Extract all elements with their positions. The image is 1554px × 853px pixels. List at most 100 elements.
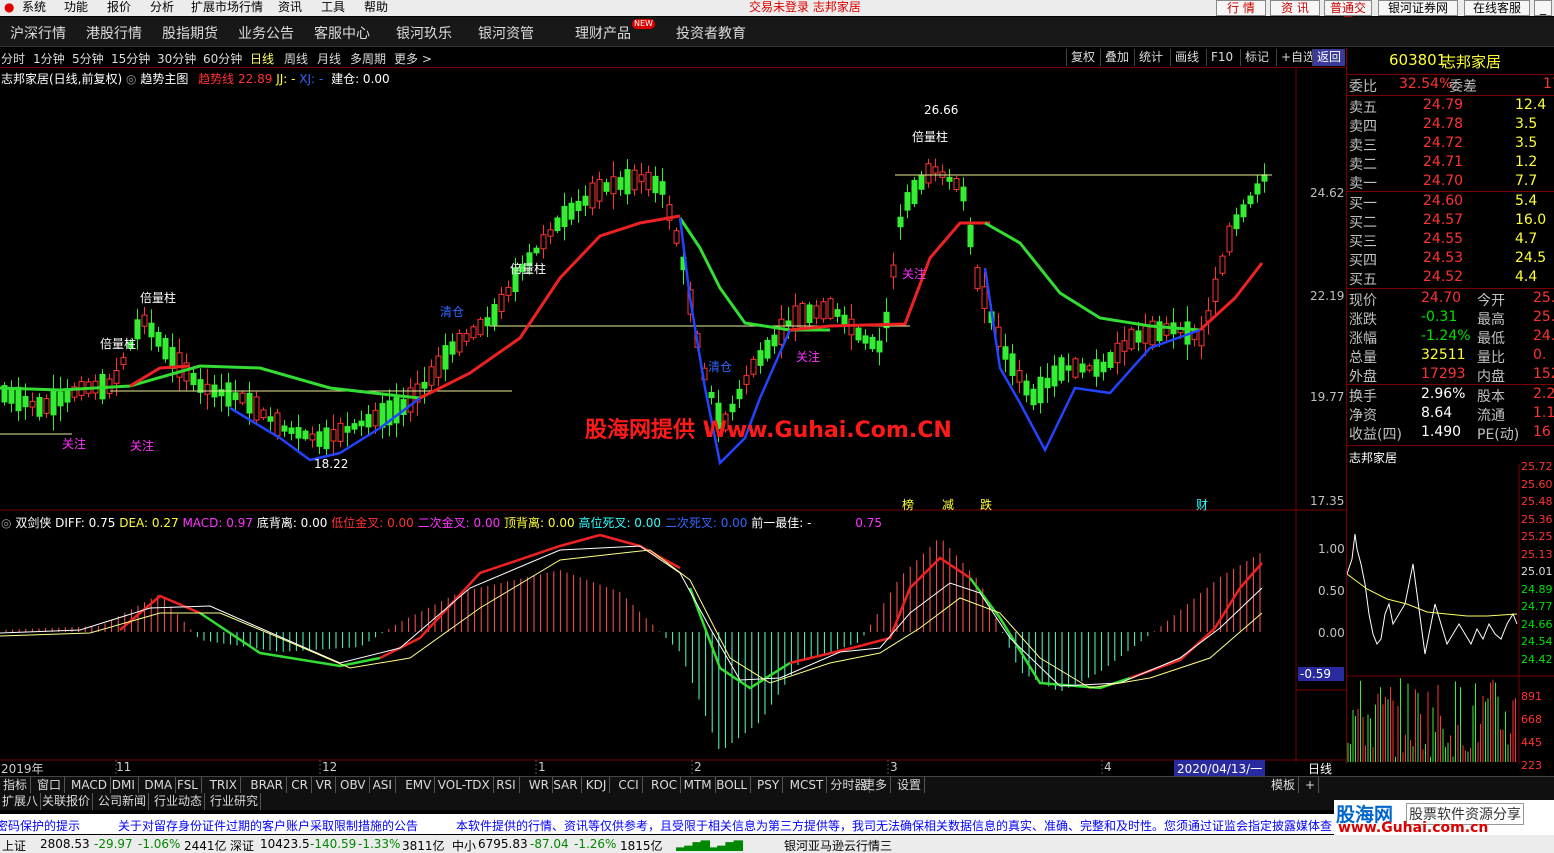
tab-wr[interactable]: WR (526, 777, 553, 794)
menu-ext-market[interactable]: 扩展市场行情 (191, 0, 263, 15)
period-5m[interactable]: 5分钟 (72, 50, 104, 67)
tab-trix[interactable]: TRIX (207, 777, 242, 794)
ask-row[interactable]: 卖三 24.72 3.5 (1347, 135, 1554, 154)
tab-指标[interactable]: 指标 (0, 777, 32, 794)
online-service-button[interactable]: 在线客服 (1464, 0, 1530, 16)
menu-function[interactable]: 功能 (64, 0, 88, 15)
period-week[interactable]: 周线 (284, 50, 308, 67)
tab-brar[interactable]: BRAR (247, 777, 288, 794)
nav-service[interactable]: 客服中心 (314, 23, 370, 43)
nav-notice[interactable]: 业务公告 (238, 23, 294, 43)
fuquan-button[interactable]: 复权 (1066, 49, 1099, 66)
tab-mcst[interactable]: MCST (787, 777, 828, 794)
nav-yinhe-jiule[interactable]: 银河玖乐 (396, 23, 452, 43)
tab-dma[interactable]: DMA (141, 777, 177, 794)
tab-asi[interactable]: ASI (370, 777, 396, 794)
tab-sar[interactable]: SAR (550, 777, 582, 794)
x-label: 2019年 (1, 762, 44, 776)
menu-quote[interactable]: 报价 (107, 0, 131, 15)
quote-button[interactable]: 行 情 (1216, 0, 1266, 16)
tab-obv[interactable]: OBV (337, 777, 370, 794)
tab-boll[interactable]: BOLL (713, 777, 752, 794)
draw-button[interactable]: 画线 (1170, 49, 1203, 66)
overlay-button[interactable]: 叠加 (1100, 49, 1133, 66)
menu-help[interactable]: 帮助 (364, 0, 388, 15)
tab-设置[interactable]: 设置 (894, 777, 926, 794)
candle (547, 229, 554, 237)
menu-tools[interactable]: 工具 (321, 0, 345, 15)
tab-psy[interactable]: PSY (754, 777, 784, 794)
tab-cr[interactable]: CR (288, 777, 312, 794)
tab-fsl[interactable]: FSL (174, 777, 202, 794)
ask-row[interactable]: 卖四 24.78 3.5 (1347, 116, 1554, 135)
nav-shsz[interactable]: 沪深行情 (10, 23, 66, 43)
news-item[interactable]: 本软件提供的行情、资讯等仅供参考，且受限于相关信息为第三方提供等，我司无法确保相… (456, 817, 1332, 834)
candle (267, 416, 274, 422)
tab-right[interactable]: 模板 (1268, 777, 1300, 794)
nav-hk[interactable]: 港股行情 (86, 23, 142, 43)
macd-name[interactable]: 双剑侠 (15, 516, 51, 530)
bid-row[interactable]: 买五 24.52 4.4 (1347, 269, 1554, 288)
bid-row[interactable]: 买四 24.53 24.5 (1347, 250, 1554, 269)
event-marker[interactable]: 榜 (902, 496, 914, 513)
event-marker[interactable]: 跌 (980, 496, 992, 513)
stat-row: 外盘 17293 内盘 152 (1347, 366, 1554, 385)
menu-info[interactable]: 资讯 (278, 0, 302, 15)
stats-button[interactable]: 统计 (1134, 49, 1167, 66)
toggle-icon[interactable]: ◎ (1, 516, 11, 530)
trade-button[interactable]: 普通交易 (1324, 0, 1372, 29)
nav-futures[interactable]: 股指期货 (162, 23, 218, 43)
period-fs[interactable]: 分时 (1, 50, 25, 67)
tab-info[interactable]: 扩展八 (0, 793, 42, 810)
ask-row[interactable]: 卖二 24.71 1.2 (1347, 154, 1554, 173)
tab-kdj[interactable]: KDJ (583, 777, 611, 794)
broker-site-button[interactable]: 银河证券网 (1378, 0, 1458, 16)
tab-窗口[interactable]: 窗口 (34, 777, 66, 794)
period-15m[interactable]: 15分钟 (111, 50, 150, 67)
minimize-icon[interactable]: _ (1534, 0, 1552, 16)
period-60m[interactable]: 60分钟 (203, 50, 242, 67)
tab-vol-tdx[interactable]: VOL-TDX (435, 777, 494, 794)
tab-rsi[interactable]: RSI (493, 777, 520, 794)
news-button[interactable]: 资 讯 (1270, 0, 1320, 16)
period-30m[interactable]: 30分钟 (157, 50, 196, 67)
news-item[interactable]: 密码保护的提示 (0, 817, 80, 834)
bid-row[interactable]: 买三 24.55 4.7 (1347, 231, 1554, 250)
back-button[interactable]: 返回 (1312, 49, 1346, 66)
period-multi[interactable]: 多周期 (350, 50, 386, 67)
tab-vr[interactable]: VR (313, 777, 337, 794)
tab-roc[interactable]: ROC (648, 777, 682, 794)
tab-right[interactable]: + (1302, 777, 1320, 794)
candle (477, 318, 484, 336)
menu-analysis[interactable]: 分析 (150, 0, 174, 15)
period-day[interactable]: 日线 (250, 50, 274, 67)
tab-macd[interactable]: MACD (68, 777, 111, 794)
tab-cci[interactable]: CCI (615, 777, 643, 794)
candle (778, 318, 785, 345)
nav-products[interactable]: 理财产品 (575, 23, 631, 43)
period-1m[interactable]: 1分钟 (33, 50, 65, 67)
event-marker[interactable]: 财 (1196, 496, 1208, 513)
event-marker[interactable]: 减 (942, 496, 954, 513)
tab-info[interactable]: 公司新闻 (96, 793, 150, 810)
ask-row[interactable]: 卖五 24.79 12.4 (1347, 97, 1554, 116)
f10-button[interactable]: F10 (1206, 49, 1237, 66)
server-label[interactable]: 银河亚马逊云行情三 (784, 837, 892, 853)
bid-row[interactable]: 买一 24.60 5.4 (1347, 193, 1554, 212)
news-item[interactable]: 关于对留存身份证件过期的客户账户采取限制措施的公告 (118, 817, 418, 834)
mark-button[interactable]: 标记 (1240, 49, 1273, 66)
tab-emv[interactable]: EMV (402, 777, 436, 794)
tab-dmi[interactable]: DMI (109, 777, 139, 794)
bid-row[interactable]: 买二 24.57 16.0 (1347, 212, 1554, 231)
menu-system[interactable]: 系统 (22, 0, 46, 15)
nav-asset[interactable]: 银河资管 (478, 23, 534, 43)
tab-info[interactable]: 关联报价 (40, 793, 94, 810)
period-more[interactable]: 更多 > (394, 50, 432, 67)
nav-education[interactable]: 投资者教育 (676, 23, 746, 43)
tab-更多[interactable]: 更多 (860, 777, 892, 794)
tab-mtm[interactable]: MTM (681, 777, 716, 794)
ask-row[interactable]: 卖一 24.70 7.7 (1347, 173, 1554, 192)
period-month[interactable]: 月线 (317, 50, 341, 67)
tab-info[interactable]: 行业研究 (208, 793, 262, 810)
tab-info[interactable]: 行业动态 (152, 793, 206, 810)
